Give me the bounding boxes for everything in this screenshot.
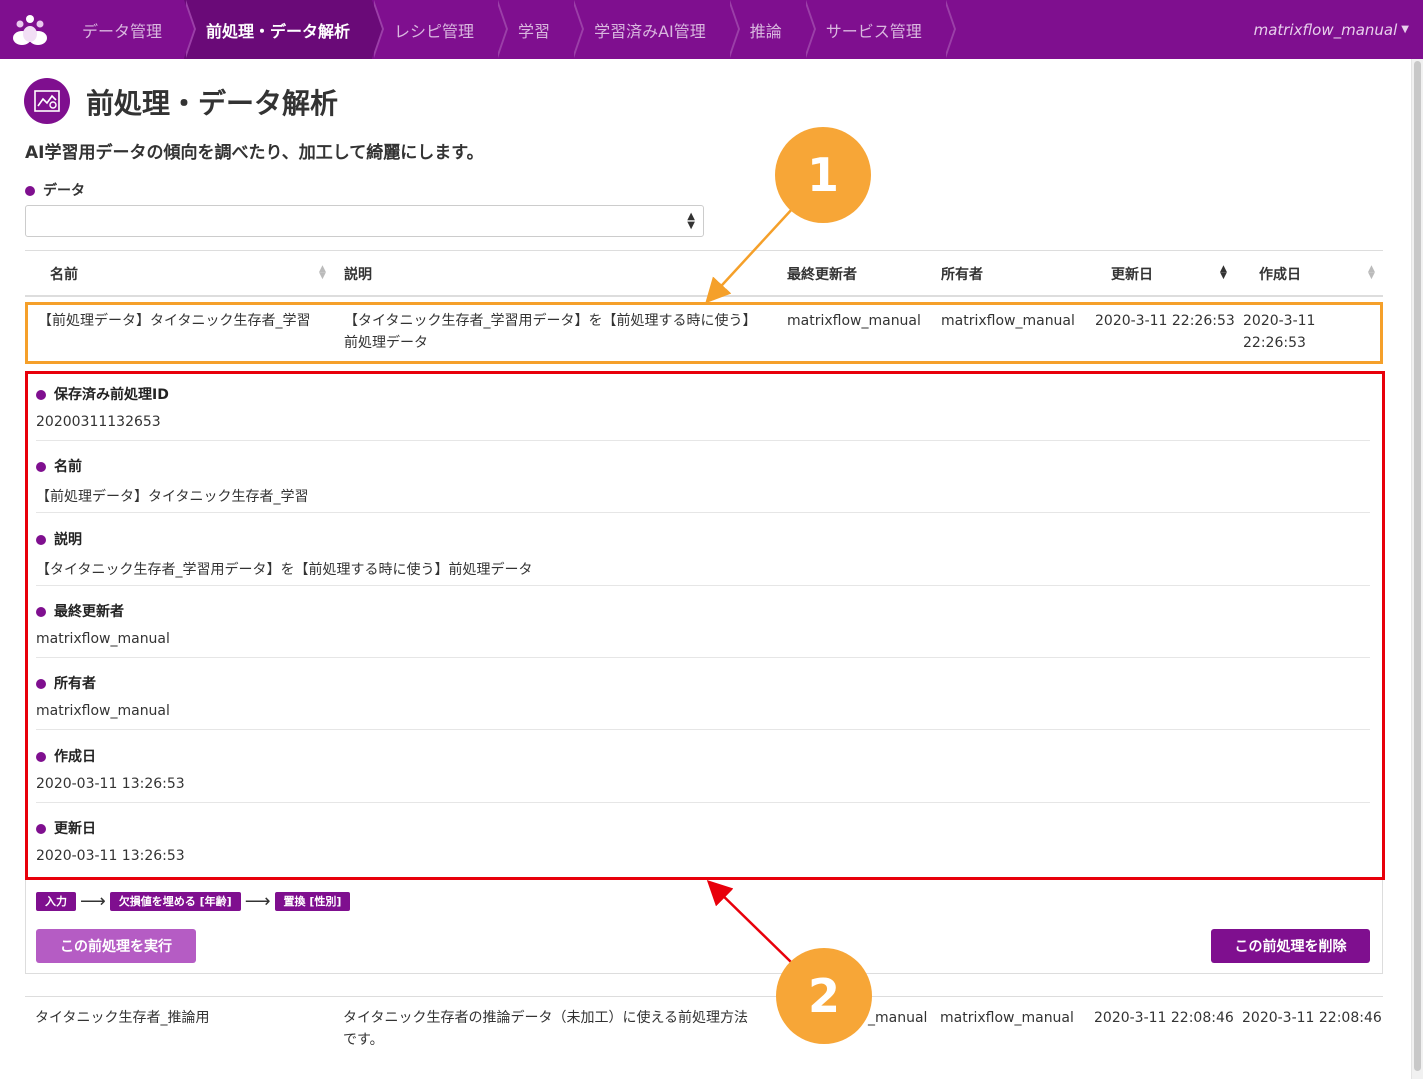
data-select[interactable]: ▲ ▼ [25, 205, 704, 237]
row-created: 2020-3-11 22:26:53 [1243, 313, 1316, 351]
table-row[interactable]: 【前処理データ】タイタニック生存者_学習 【タイタニック生存者_学習用データ】を… [25, 302, 1383, 364]
bullet-icon [36, 390, 46, 400]
top-navigation: データ管理 前処理・データ解析 レシピ管理 学習 学習済みAI管理 推論 サービ… [0, 0, 1423, 59]
detail-updated: 更新日 2020-03-11 13:26:53 [36, 821, 185, 864]
nav-data-management[interactable]: データ管理 [60, 0, 197, 59]
pipeline-step: 欠損値を埋める [年齢] [109, 892, 241, 911]
row-updater: matrixflow_manual [787, 313, 921, 329]
bullet-icon [36, 535, 46, 545]
sort-icon[interactable]: ▲ ▼ [1368, 265, 1375, 281]
nav-recipe-management[interactable]: レシピ管理 [372, 0, 509, 59]
row-updated: 2020-3-11 22:08:46 [1094, 1010, 1234, 1026]
user-name: matrixflow_manual [1253, 20, 1398, 39]
column-header-updater[interactable]: 最終更新者 [787, 251, 857, 296]
column-header-owner[interactable]: 所有者 [941, 251, 983, 296]
bullet-icon [25, 186, 35, 196]
detail-panel: 保存済み前処理ID 20200311132653 名前 【前処理データ】タイタニ… [25, 371, 1385, 880]
table-header: 名前 ▲ ▼ 説明 最終更新者 所有者 更新日 ▲ ▼ 作成日 ▲ ▼ [25, 250, 1383, 297]
select-arrows-icon: ▲ ▼ [687, 211, 695, 231]
column-header-description[interactable]: 説明 [344, 251, 372, 296]
detail-description: 説明 【タイタニック生存者_学習用データ】を【前処理する時に使う】前処理データ [36, 532, 533, 578]
vertical-scrollbar[interactable] [1411, 59, 1423, 1079]
bullet-icon [36, 607, 46, 617]
detail-id: 保存済み前処理ID 20200311132653 [36, 387, 169, 430]
table-row[interactable]: タイタニック生存者_推論用 タイタニック生存者の推論データ（未加工）に使える前処… [25, 996, 1383, 1066]
divider [36, 512, 1370, 513]
bullet-icon [36, 824, 46, 834]
divider [36, 585, 1370, 586]
analytics-icon [24, 78, 70, 124]
data-select-label: データ [25, 180, 85, 200]
bullet-icon [36, 752, 46, 762]
preprocess-pipeline: 入力 ⟶ 欠損値を埋める [年齢] ⟶ 置換 [性別] [36, 890, 351, 912]
detail-name: 名前 【前処理データ】タイタニック生存者_学習 [36, 459, 309, 505]
pipeline-step: 置換 [性別] [274, 892, 351, 911]
chevron-down-icon: ▼ [1401, 24, 1409, 35]
nav-preprocessing[interactable]: 前処理・データ解析 [184, 0, 385, 59]
page-title: 前処理・データ解析 [86, 87, 339, 120]
row-name: 【前処理データ】タイタニック生存者_学習 [38, 313, 311, 329]
row-created: 2020-3-11 22:08:46 [1242, 1010, 1382, 1026]
sort-icon[interactable]: ▲ ▼ [319, 265, 326, 281]
sort-desc-icon[interactable]: ▲ ▼ [1220, 265, 1227, 281]
user-menu[interactable]: matrixflow_manual ▼ [1254, 0, 1409, 59]
detail-owner: 所有者 matrixflow_manual [36, 676, 170, 719]
row-updated: 2020-3-11 22:26:53 [1095, 313, 1235, 329]
annotation-badge-1: 1 [775, 127, 871, 223]
run-preprocess-button[interactable]: この前処理を実行 [36, 929, 196, 963]
page-description: AI学習用データの傾向を調べたり、加工して綺麗にします。 [25, 143, 484, 163]
divider [36, 657, 1370, 658]
detail-created: 作成日 2020-03-11 13:26:53 [36, 749, 185, 792]
nav-service-management[interactable]: サービス管理 [804, 0, 956, 59]
bullet-icon [36, 679, 46, 689]
row-owner: matrixflow_manual [941, 313, 1075, 329]
delete-preprocess-button[interactable]: この前処理を削除 [1211, 929, 1370, 963]
arrow-right-icon: ⟶ [244, 890, 271, 912]
pipeline-step: 入力 [36, 892, 76, 911]
row-name: タイタニック生存者_推論用 [35, 1010, 210, 1026]
scrollbar-thumb[interactable] [1414, 61, 1421, 1071]
column-header-updated[interactable]: 更新日 [1111, 251, 1153, 296]
nav-trained-ai[interactable]: 学習済みAI管理 [572, 0, 740, 59]
divider [36, 729, 1370, 730]
row-updater: _manual [868, 1010, 928, 1026]
column-header-created[interactable]: 作成日 [1259, 251, 1301, 296]
arrow-right-icon: ⟶ [80, 890, 106, 912]
logo[interactable] [0, 0, 60, 59]
divider [36, 802, 1370, 803]
row-description: タイタニック生存者の推論データ（未加工）に使える前処理方法です。 [343, 1010, 749, 1048]
row-owner: matrixflow_manual [940, 1010, 1074, 1026]
column-header-name[interactable]: 名前 [50, 251, 78, 296]
annotation-badge-2: 2 [776, 948, 872, 1044]
bullet-icon [36, 462, 46, 472]
row-description: 【タイタニック生存者_学習用データ】を【前処理する時に使う】前処理データ [344, 313, 757, 351]
detail-updater: 最終更新者 matrixflow_manual [36, 604, 170, 647]
divider [36, 440, 1370, 441]
